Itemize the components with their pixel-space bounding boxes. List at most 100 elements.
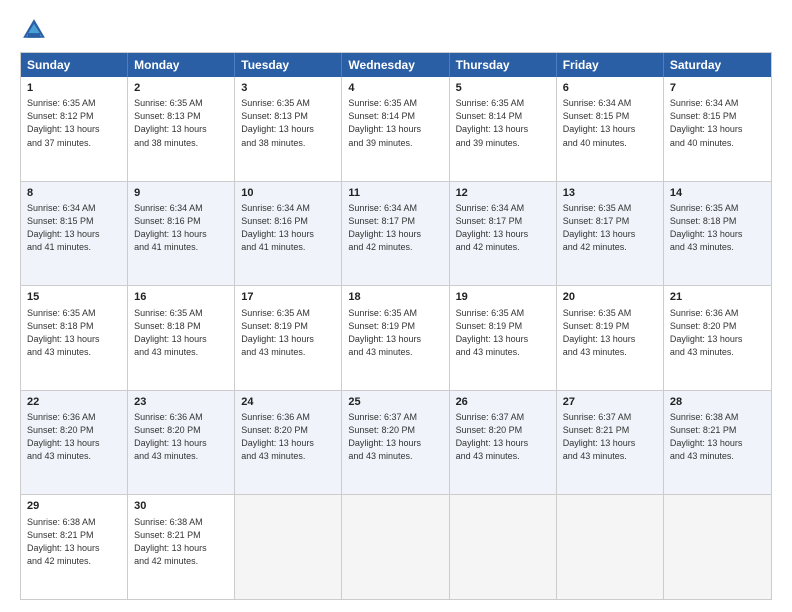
day-cell-8: 8Sunrise: 6:34 AM Sunset: 8:15 PM Daylig…	[21, 182, 128, 286]
day-number: 27	[563, 395, 657, 410]
day-number: 20	[563, 290, 657, 305]
calendar-header: SundayMondayTuesdayWednesdayThursdayFrid…	[21, 53, 771, 77]
day-cell-27: 27Sunrise: 6:37 AM Sunset: 8:21 PM Dayli…	[557, 391, 664, 495]
day-cell-6: 6Sunrise: 6:34 AM Sunset: 8:15 PM Daylig…	[557, 77, 664, 181]
day-info: Sunrise: 6:37 AM Sunset: 8:20 PM Dayligh…	[456, 411, 550, 463]
day-cell-28: 28Sunrise: 6:38 AM Sunset: 8:21 PM Dayli…	[664, 391, 771, 495]
day-info: Sunrise: 6:35 AM Sunset: 8:19 PM Dayligh…	[563, 307, 657, 359]
day-info: Sunrise: 6:35 AM Sunset: 8:17 PM Dayligh…	[563, 202, 657, 254]
day-cell-1: 1Sunrise: 6:35 AM Sunset: 8:12 PM Daylig…	[21, 77, 128, 181]
day-cell-23: 23Sunrise: 6:36 AM Sunset: 8:20 PM Dayli…	[128, 391, 235, 495]
day-info: Sunrise: 6:34 AM Sunset: 8:15 PM Dayligh…	[27, 202, 121, 254]
day-info: Sunrise: 6:34 AM Sunset: 8:15 PM Dayligh…	[563, 97, 657, 149]
calendar-row-3: 15 Sunrise: 6:35 AM Sunset: 8:18 PM Dayli…	[21, 286, 771, 391]
day-number: 13	[563, 186, 657, 201]
day-number: 7	[670, 81, 765, 96]
day-number: 16	[134, 290, 228, 305]
day-cell-3: 3Sunrise: 6:35 AM Sunset: 8:13 PM Daylig…	[235, 77, 342, 181]
weekday-header-friday: Friday	[557, 53, 664, 77]
day-info: Sunrise: 6:35 AM Sunset: 8:12 PM Dayligh…	[27, 97, 121, 149]
page: SundayMondayTuesdayWednesdayThursdayFrid…	[0, 0, 792, 612]
day-number: 11	[348, 186, 442, 201]
day-info: Sunrise: 6:35 AM Sunset: 8:14 PM Dayligh…	[456, 97, 550, 149]
empty-cell	[342, 495, 449, 599]
day-cell-5: 5Sunrise: 6:35 AM Sunset: 8:14 PM Daylig…	[450, 77, 557, 181]
day-number: 4	[348, 81, 442, 96]
day-cell-30: 30 Sunrise: 6:38 AM Sunset: 8:21 PM Dayli…	[128, 495, 235, 599]
day-number: 21	[670, 290, 765, 305]
day-number: 26	[456, 395, 550, 410]
day-info: Sunrise: 6:38 AM Sunset: 8:21 PM Dayligh…	[134, 516, 228, 568]
day-number: 17	[241, 290, 335, 305]
day-number: 14	[670, 186, 765, 201]
day-number: 18	[348, 290, 442, 305]
weekday-header-saturday: Saturday	[664, 53, 771, 77]
day-cell-9: 9Sunrise: 6:34 AM Sunset: 8:16 PM Daylig…	[128, 182, 235, 286]
day-number: 30	[134, 499, 228, 514]
calendar-row-5: 29Sunrise: 6:38 AM Sunset: 8:21 PM Dayli…	[21, 495, 771, 599]
day-info: Sunrise: 6:36 AM Sunset: 8:20 PM Dayligh…	[670, 307, 765, 359]
day-info: Sunrise: 6:34 AM Sunset: 8:17 PM Dayligh…	[348, 202, 442, 254]
header	[20, 16, 772, 44]
day-cell-18: 18 Sunrise: 6:35 AM Sunset: 8:19 PM Dayli…	[342, 286, 449, 390]
day-info: Sunrise: 6:35 AM Sunset: 8:18 PM Dayligh…	[134, 307, 228, 359]
day-number: 19	[456, 290, 550, 305]
day-cell-4: 4Sunrise: 6:35 AM Sunset: 8:14 PM Daylig…	[342, 77, 449, 181]
day-info: Sunrise: 6:35 AM Sunset: 8:13 PM Dayligh…	[134, 97, 228, 149]
day-info: Sunrise: 6:35 AM Sunset: 8:18 PM Dayligh…	[27, 307, 121, 359]
day-info: Sunrise: 6:34 AM Sunset: 8:15 PM Dayligh…	[670, 97, 765, 149]
day-number: 9	[134, 186, 228, 201]
day-cell-29: 29Sunrise: 6:38 AM Sunset: 8:21 PM Dayli…	[21, 495, 128, 599]
day-info: Sunrise: 6:36 AM Sunset: 8:20 PM Dayligh…	[241, 411, 335, 463]
day-info: Sunrise: 6:37 AM Sunset: 8:20 PM Dayligh…	[348, 411, 442, 463]
weekday-header-wednesday: Wednesday	[342, 53, 449, 77]
day-number: 28	[670, 395, 765, 410]
day-cell-15: 15 Sunrise: 6:35 AM Sunset: 8:18 PM Dayli…	[21, 286, 128, 390]
day-info: Sunrise: 6:34 AM Sunset: 8:16 PM Dayligh…	[134, 202, 228, 254]
weekday-header-monday: Monday	[128, 53, 235, 77]
weekday-header-thursday: Thursday	[450, 53, 557, 77]
day-cell-22: 22Sunrise: 6:36 AM Sunset: 8:20 PM Dayli…	[21, 391, 128, 495]
calendar-row-4: 22Sunrise: 6:36 AM Sunset: 8:20 PM Dayli…	[21, 391, 771, 496]
day-cell-20: 20 Sunrise: 6:35 AM Sunset: 8:19 PM Dayli…	[557, 286, 664, 390]
day-cell-24: 24Sunrise: 6:36 AM Sunset: 8:20 PM Dayli…	[235, 391, 342, 495]
day-number: 1	[27, 81, 121, 96]
day-cell-17: 17 Sunrise: 6:35 AM Sunset: 8:19 PM Dayli…	[235, 286, 342, 390]
day-cell-11: 11Sunrise: 6:34 AM Sunset: 8:17 PM Dayli…	[342, 182, 449, 286]
day-number: 23	[134, 395, 228, 410]
day-info: Sunrise: 6:35 AM Sunset: 8:19 PM Dayligh…	[456, 307, 550, 359]
day-info: Sunrise: 6:36 AM Sunset: 8:20 PM Dayligh…	[27, 411, 121, 463]
day-cell-7: 7Sunrise: 6:34 AM Sunset: 8:15 PM Daylig…	[664, 77, 771, 181]
day-cell-2: 2Sunrise: 6:35 AM Sunset: 8:13 PM Daylig…	[128, 77, 235, 181]
weekday-header-tuesday: Tuesday	[235, 53, 342, 77]
day-number: 15	[27, 290, 121, 305]
day-cell-19: 19 Sunrise: 6:35 AM Sunset: 8:19 PM Dayli…	[450, 286, 557, 390]
day-info: Sunrise: 6:35 AM Sunset: 8:19 PM Dayligh…	[348, 307, 442, 359]
day-cell-12: 12Sunrise: 6:34 AM Sunset: 8:17 PM Dayli…	[450, 182, 557, 286]
day-number: 25	[348, 395, 442, 410]
day-cell-21: 21 Sunrise: 6:36 AM Sunset: 8:20 PM Dayli…	[664, 286, 771, 390]
day-number: 5	[456, 81, 550, 96]
day-info: Sunrise: 6:35 AM Sunset: 8:13 PM Dayligh…	[241, 97, 335, 149]
day-info: Sunrise: 6:38 AM Sunset: 8:21 PM Dayligh…	[670, 411, 765, 463]
calendar-row-2: 8Sunrise: 6:34 AM Sunset: 8:15 PM Daylig…	[21, 182, 771, 287]
empty-cell	[450, 495, 557, 599]
empty-cell	[664, 495, 771, 599]
day-number: 2	[134, 81, 228, 96]
logo-icon	[20, 16, 48, 44]
day-number: 12	[456, 186, 550, 201]
day-cell-14: 14Sunrise: 6:35 AM Sunset: 8:18 PM Dayli…	[664, 182, 771, 286]
empty-cell	[557, 495, 664, 599]
day-number: 6	[563, 81, 657, 96]
day-info: Sunrise: 6:35 AM Sunset: 8:18 PM Dayligh…	[670, 202, 765, 254]
day-number: 8	[27, 186, 121, 201]
day-info: Sunrise: 6:35 AM Sunset: 8:19 PM Dayligh…	[241, 307, 335, 359]
day-info: Sunrise: 6:34 AM Sunset: 8:17 PM Dayligh…	[456, 202, 550, 254]
day-cell-13: 13Sunrise: 6:35 AM Sunset: 8:17 PM Dayli…	[557, 182, 664, 286]
day-info: Sunrise: 6:38 AM Sunset: 8:21 PM Dayligh…	[27, 516, 121, 568]
calendar-row-1: 1Sunrise: 6:35 AM Sunset: 8:12 PM Daylig…	[21, 77, 771, 182]
weekday-header-sunday: Sunday	[21, 53, 128, 77]
calendar-body: 1Sunrise: 6:35 AM Sunset: 8:12 PM Daylig…	[21, 77, 771, 599]
logo	[20, 16, 52, 44]
day-cell-16: 16 Sunrise: 6:35 AM Sunset: 8:18 PM Dayli…	[128, 286, 235, 390]
